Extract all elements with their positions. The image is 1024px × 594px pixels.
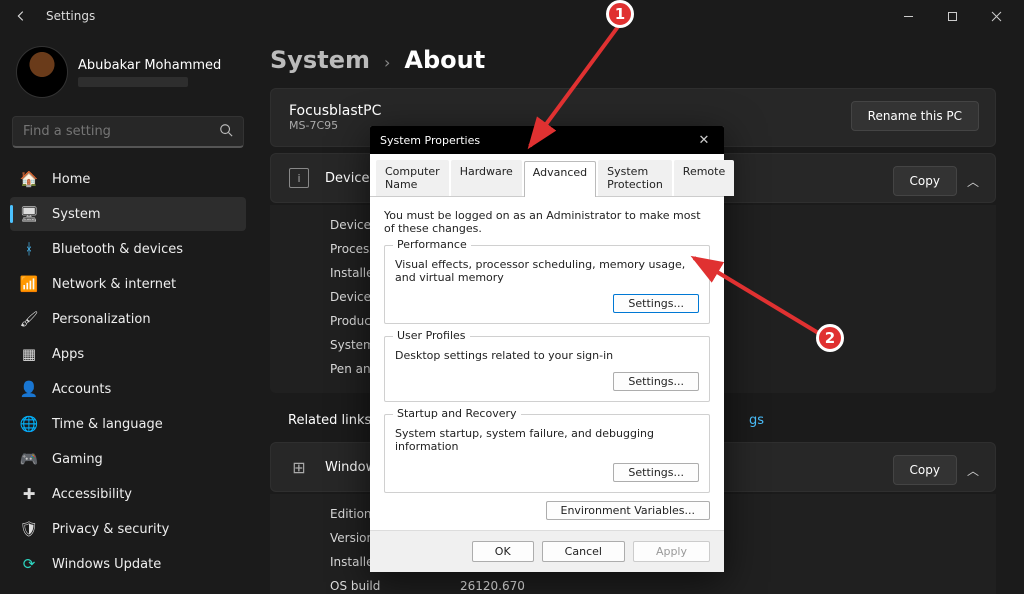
- tab-system-protection[interactable]: System Protection: [598, 160, 672, 196]
- nav-item-network-internet[interactable]: 📶 Network & internet: [10, 267, 246, 301]
- window-title: Settings: [46, 9, 95, 23]
- nav-icon: 🌐: [20, 415, 38, 433]
- maximize-button[interactable]: [930, 0, 974, 32]
- info-icon: i: [289, 168, 309, 188]
- annotation-1: 1: [606, 0, 634, 28]
- titlebar: Settings: [0, 0, 1024, 32]
- apply-button[interactable]: Apply: [633, 541, 710, 562]
- nav-label: Accounts: [52, 382, 111, 397]
- chevron-right-icon: ›: [384, 53, 390, 72]
- nav-icon: 🎮: [20, 450, 38, 468]
- tab-computer-name[interactable]: Computer Name: [376, 160, 449, 196]
- avatar: [16, 46, 68, 98]
- nav-item-apps[interactable]: ▦ Apps: [10, 337, 246, 371]
- dialog-tabs: Computer NameHardwareAdvancedSystem Prot…: [370, 154, 724, 197]
- nav-item-gaming[interactable]: 🎮 Gaming: [10, 442, 246, 476]
- nav-item-accounts[interactable]: 👤 Accounts: [10, 372, 246, 406]
- settings-button[interactable]: Settings...: [613, 463, 699, 482]
- ok-button[interactable]: OK: [472, 541, 534, 562]
- fieldset-startup-and-recovery: Startup and RecoverySystem startup, syst…: [384, 414, 710, 493]
- nav-item-accessibility[interactable]: ✚ Accessibility: [10, 477, 246, 511]
- annotation-2: 2: [816, 324, 844, 352]
- tab-hardware[interactable]: Hardware: [451, 160, 522, 196]
- nav-icon: 🖥: [20, 205, 38, 223]
- nav-label: Gaming: [52, 452, 103, 467]
- profile-name: Abubakar Mohammed: [78, 58, 221, 73]
- fieldset-legend: User Profiles: [393, 329, 470, 342]
- nav-item-system[interactable]: 🖥 System: [10, 197, 246, 231]
- nav-item-time-language[interactable]: 🌐 Time & language: [10, 407, 246, 441]
- dialog-titlebar[interactable]: System Properties ✕: [370, 126, 724, 154]
- rename-pc-button[interactable]: Rename this PC: [851, 101, 979, 131]
- back-icon[interactable]: [14, 9, 28, 23]
- nav-label: Apps: [52, 347, 84, 362]
- nav-item-windows-update[interactable]: ⟳ Windows Update: [10, 547, 246, 581]
- nav-icon: 🖌: [20, 310, 38, 328]
- nav: 🏠 Home 🖥 System ᚼ Bluetooth & devices 📶 Network…: [10, 162, 246, 581]
- nav-icon: ⟳: [20, 555, 38, 573]
- system-properties-dialog: System Properties ✕ Computer NameHardwar…: [370, 126, 724, 572]
- admin-note: You must be logged on as an Administrato…: [384, 209, 710, 235]
- fieldset-user-profiles: User ProfilesDesktop settings related to…: [384, 336, 710, 402]
- cancel-button[interactable]: Cancel: [542, 541, 625, 562]
- nav-label: Home: [52, 172, 90, 187]
- nav-item-personalization[interactable]: 🖌 Personalization: [10, 302, 246, 336]
- dialog-title: System Properties: [380, 134, 480, 147]
- nav-item-privacy-security[interactable]: 🛡 Privacy & security: [10, 512, 246, 546]
- breadcrumb-root[interactable]: System: [270, 46, 370, 74]
- fieldset-desc: Visual effects, processor scheduling, me…: [395, 258, 699, 284]
- nav-icon: 🏠: [20, 170, 38, 188]
- dialog-close-icon[interactable]: ✕: [694, 133, 714, 148]
- nav-label: Network & internet: [52, 277, 176, 292]
- search-box[interactable]: [12, 116, 244, 148]
- related-link-fragment[interactable]: gs: [749, 413, 764, 428]
- dialog-body: You must be logged on as an Administrato…: [370, 197, 724, 530]
- breadcrumb: System › About: [270, 46, 996, 74]
- nav-label: Privacy & security: [52, 522, 169, 537]
- chevron-up-icon: ︿: [967, 462, 979, 479]
- nav-icon: 🛡: [20, 520, 38, 538]
- tab-remote[interactable]: Remote: [674, 160, 734, 196]
- fieldset-desc: System startup, system failure, and debu…: [395, 427, 699, 453]
- copy-device-button[interactable]: Copy: [893, 166, 957, 196]
- close-button[interactable]: [974, 0, 1018, 32]
- nav-item-home[interactable]: 🏠 Home: [10, 162, 246, 196]
- nav-label: Accessibility: [52, 487, 132, 502]
- profile[interactable]: Abubakar Mohammed: [10, 40, 246, 112]
- environment-variables-button[interactable]: Environment Variables...: [546, 501, 711, 520]
- nav-icon: ▦: [20, 345, 38, 363]
- spec-row: OS build26120.670: [330, 574, 978, 594]
- dialog-footer: OK Cancel Apply: [370, 530, 724, 572]
- chevron-up-icon: ︿: [967, 173, 979, 190]
- page-title: About: [404, 46, 485, 74]
- nav-icon: 📶: [20, 275, 38, 293]
- fieldset-legend: Performance: [393, 238, 471, 251]
- nav-label: Personalization: [52, 312, 151, 327]
- windows-icon: ⊞: [289, 457, 309, 477]
- search-icon: [219, 122, 233, 141]
- sidebar: Abubakar Mohammed 🏠 Home 🖥 System ᚼ Bluetooth…: [0, 32, 256, 594]
- fieldset-performance: PerformanceVisual effects, processor sch…: [384, 245, 710, 324]
- nav-icon: ᚼ: [20, 240, 38, 258]
- copy-windows-button[interactable]: Copy: [893, 455, 957, 485]
- nav-icon: ✚: [20, 485, 38, 503]
- settings-button[interactable]: Settings...: [613, 372, 699, 391]
- nav-label: Windows Update: [52, 557, 161, 572]
- fieldset-desc: Desktop settings related to your sign-in: [395, 349, 699, 362]
- nav-item-bluetooth-devices[interactable]: ᚼ Bluetooth & devices: [10, 232, 246, 266]
- nav-icon: 👤: [20, 380, 38, 398]
- search-input[interactable]: [23, 124, 219, 139]
- nav-label: System: [52, 207, 100, 222]
- nav-label: Time & language: [52, 417, 163, 432]
- fieldset-legend: Startup and Recovery: [393, 407, 521, 420]
- tab-advanced[interactable]: Advanced: [524, 161, 596, 197]
- minimize-button[interactable]: [886, 0, 930, 32]
- settings-button[interactable]: Settings...: [613, 294, 699, 313]
- profile-sub-redacted: [78, 77, 188, 87]
- nav-label: Bluetooth & devices: [52, 242, 183, 257]
